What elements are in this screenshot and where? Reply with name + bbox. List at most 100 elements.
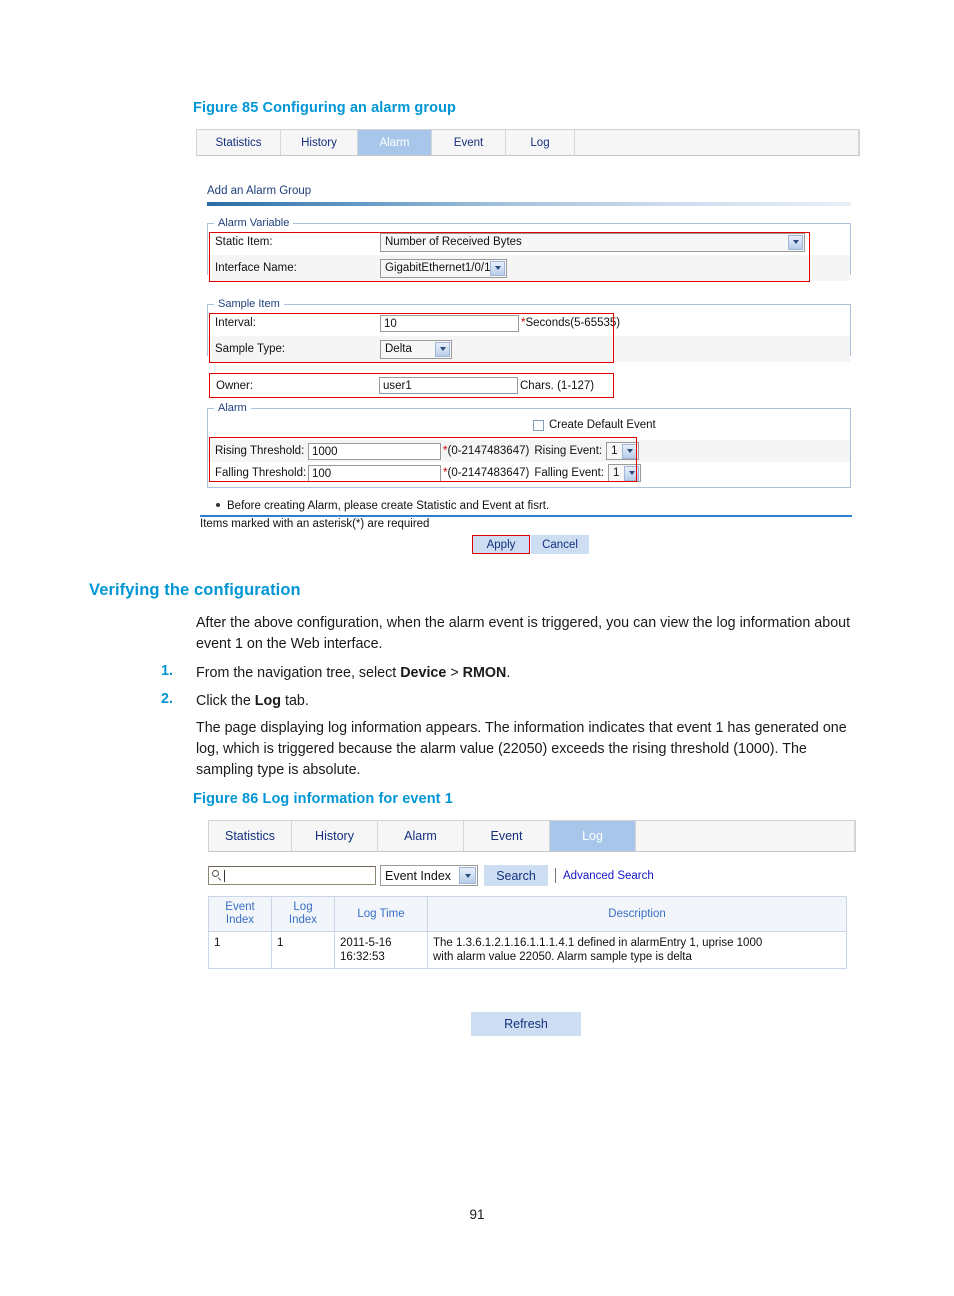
search-field-value: Event Index	[385, 868, 452, 883]
interval-label: Interval:	[215, 317, 256, 329]
owner-hint: Chars. (1-127)	[520, 379, 595, 392]
tab-log[interactable]: Log	[506, 130, 575, 155]
step-2-prefix: Click the	[196, 693, 255, 709]
falling-threshold-input[interactable]: 100	[308, 464, 441, 482]
sample-type-select[interactable]: Delta	[380, 339, 452, 359]
create-default-event-label: Create Default Event	[549, 419, 656, 431]
owner-input[interactable]: user1	[379, 377, 518, 394]
interface-name-value: GigabitEthernet1/0/1	[385, 262, 490, 274]
section-intro-paragraph: After the above configuration, when the …	[196, 615, 851, 652]
chevron-down-icon[interactable]	[624, 465, 640, 481]
rising-threshold-row: Rising Threshold: 1000 *(0-2147483647) R…	[208, 440, 850, 462]
alarm-legend: Alarm	[218, 402, 247, 414]
cell-description-line2: with alarm value 22050. Alarm sample typ…	[433, 951, 692, 963]
column-header-log-index[interactable]: Log Index	[271, 896, 335, 932]
tab-statistics[interactable]: Statistics	[209, 821, 292, 851]
rising-threshold-input[interactable]: 1000	[308, 442, 441, 460]
figure-85-caption: Figure 85 Configuring an alarm group	[193, 100, 457, 116]
step-2-result-paragraph: The page displaying log information appe…	[196, 720, 847, 778]
interval-row: Interval: 10 *Seconds(5-65535)	[208, 310, 850, 336]
page-number: 91	[469, 1207, 485, 1222]
note-divider	[200, 515, 852, 517]
advanced-search-link[interactable]: Advanced Search	[563, 870, 654, 882]
interface-name-label: Interface Name:	[215, 262, 297, 274]
step-2-bold-log: Log	[254, 693, 281, 709]
tab-bar-filler	[575, 130, 859, 155]
interval-hint: *Seconds(5-65535)	[519, 317, 620, 329]
tab-statistics[interactable]: Statistics	[197, 130, 281, 155]
rmon-log-tab-bar: Statistics History Alarm Event Log	[208, 820, 856, 852]
chevron-down-icon[interactable]	[435, 341, 450, 357]
chevron-down-icon[interactable]	[490, 260, 505, 276]
owner-row: Owner: user1 Chars. (1-127)	[209, 373, 614, 398]
step-2-suffix: tab.	[281, 693, 309, 709]
tab-log[interactable]: Log	[550, 821, 636, 851]
panel-title-divider	[207, 202, 851, 206]
interval-input[interactable]: 10	[380, 314, 519, 332]
create-default-event-checkbox[interactable]	[533, 419, 544, 431]
step-1-mid: >	[446, 665, 463, 681]
alarm-note: Before creating Alarm, please create Sta…	[216, 500, 549, 512]
apply-button[interactable]: Apply	[472, 535, 530, 554]
step-1-prefix: From the navigation tree, select	[196, 665, 401, 681]
tab-alarm[interactable]: Alarm	[378, 821, 464, 851]
rising-hint: *(0-2147483647)	[441, 445, 529, 457]
step-2-text: Click the Log tab.	[196, 691, 866, 712]
alarm-note-text: Before creating Alarm, please create Sta…	[227, 500, 550, 512]
step-1-number: 1.	[161, 663, 173, 679]
cell-log-index: 1	[271, 931, 335, 969]
search-input[interactable]	[208, 866, 376, 885]
falling-hint: *(0-2147483647)	[441, 467, 529, 479]
tab-alarm[interactable]: Alarm	[358, 130, 432, 155]
sample-type-value: Delta	[385, 343, 412, 355]
search-button[interactable]: Search	[484, 865, 548, 886]
tab-history[interactable]: History	[281, 130, 358, 155]
falling-event-select[interactable]: 1	[608, 464, 642, 482]
rising-event-label: Rising Event:	[534, 445, 603, 457]
column-header-log-index-line1: Log	[293, 901, 313, 913]
falling-event-label: Falling Event:	[534, 467, 605, 479]
column-header-log-index-line2: Index	[288, 914, 318, 926]
cell-log-time-time: 16:32:53	[340, 951, 385, 963]
refresh-button[interactable]: Refresh	[471, 1012, 581, 1036]
table-row[interactable]: 1 1 2011-5-16 16:32:53 The 1.3.6.1.2.1.1…	[208, 931, 847, 969]
column-header-event-index[interactable]: Event Index	[208, 896, 272, 932]
static-item-value: Number of Received Bytes	[385, 236, 522, 248]
step-1-text: From the navigation tree, select Device …	[196, 663, 866, 684]
search-icon	[212, 870, 223, 881]
rising-event-select[interactable]: 1	[606, 442, 640, 460]
chevron-down-icon[interactable]	[459, 867, 476, 884]
text-caret	[224, 869, 225, 882]
static-item-label: Static Item:	[215, 236, 273, 248]
column-header-description[interactable]: Description	[427, 896, 847, 932]
tab-history[interactable]: History	[292, 821, 378, 851]
create-default-event-row[interactable]: Create Default Event	[533, 419, 656, 431]
static-item-select[interactable]: Number of Received Bytes	[380, 232, 805, 252]
rmon-tab-bar: Statistics History Alarm Event Log	[196, 129, 860, 156]
rising-threshold-label: Rising Threshold:	[215, 445, 305, 457]
sample-type-row: Sample Type: Delta	[208, 336, 850, 362]
toolbar-divider	[555, 868, 556, 883]
bullet-dot-icon	[216, 502, 220, 507]
search-field-select[interactable]: Event Index	[380, 865, 478, 886]
cell-log-time-date: 2011-5-16	[340, 937, 392, 949]
falling-event-value: 1	[613, 467, 620, 479]
sample-item-legend: Sample Item	[218, 298, 280, 310]
figure-86-caption: Figure 86 Log information for event 1	[193, 791, 453, 807]
panel-title-add-alarm-group: Add an Alarm Group	[207, 185, 312, 197]
step-1-suffix: .	[506, 665, 511, 681]
chevron-down-icon[interactable]	[788, 234, 803, 250]
cancel-button[interactable]: Cancel	[531, 535, 589, 554]
step-1-bold-device: Device	[400, 665, 447, 681]
chevron-down-icon[interactable]	[622, 443, 638, 459]
interface-name-select[interactable]: GigabitEthernet1/0/1	[380, 258, 507, 278]
step-2-number: 2.	[161, 691, 173, 707]
column-header-event-index-line2: Index	[225, 914, 255, 926]
tab-event[interactable]: Event	[432, 130, 506, 155]
alarm-fieldset: Alarm Create Default Event Rising Thresh…	[207, 402, 851, 488]
cell-log-time: 2011-5-16 16:32:53	[334, 931, 428, 969]
search-toolbar: Event Index Search Advanced Search	[208, 865, 654, 886]
required-fields-note: Items marked with an asterisk(*) are req…	[200, 518, 430, 530]
tab-event[interactable]: Event	[464, 821, 550, 851]
column-header-log-time[interactable]: Log Time	[334, 896, 428, 932]
